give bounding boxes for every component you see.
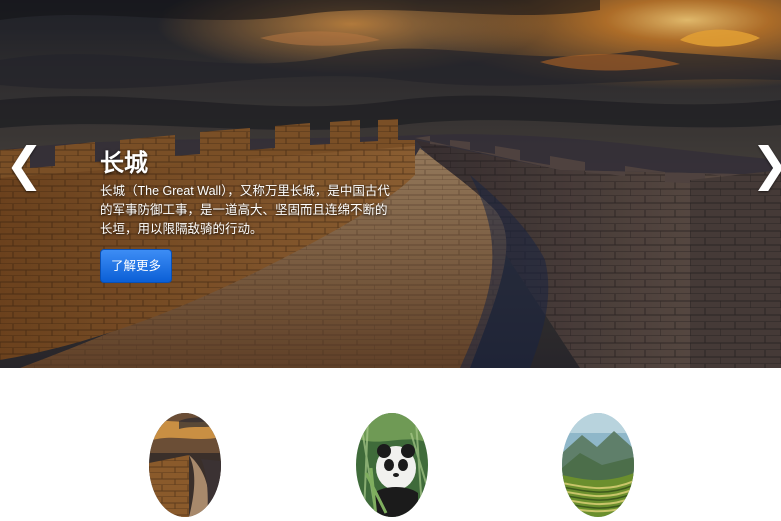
learn-more-button[interactable]: 了解更多 bbox=[100, 249, 173, 283]
hero-carousel[interactable]: ❮ ❯ 长城 长城（The Great Wall），又称万里长城，是中国古代的军… bbox=[0, 0, 781, 368]
terraced-fields-thumbnail-image bbox=[562, 413, 634, 517]
carousel-prev-button[interactable]: ❮ bbox=[5, 140, 44, 188]
carousel-caption: 长城 长城（The Great Wall），又称万里长城，是中国古代的军事防御工… bbox=[100, 148, 390, 283]
thumbnail-panda[interactable] bbox=[356, 413, 428, 517]
page: ❮ ❯ 长城 长城（The Great Wall），又称万里长城，是中国古代的军… bbox=[0, 0, 781, 521]
panda-thumbnail-image bbox=[356, 413, 428, 517]
thumbnail-terraced-fields[interactable] bbox=[562, 413, 634, 517]
carousel-next-button[interactable]: ❯ bbox=[751, 140, 781, 188]
chevron-right-icon: ❯ bbox=[751, 138, 781, 190]
slide-title: 长城 bbox=[100, 150, 148, 177]
chevron-left-icon: ❮ bbox=[5, 138, 44, 190]
great-wall-thumbnail-image bbox=[149, 413, 221, 517]
thumbnail-row bbox=[0, 368, 781, 521]
thumbnail-great-wall[interactable] bbox=[149, 413, 221, 517]
slide-description: 长城（The Great Wall），又称万里长城，是中国古代的军事防御工事，是… bbox=[100, 184, 390, 236]
